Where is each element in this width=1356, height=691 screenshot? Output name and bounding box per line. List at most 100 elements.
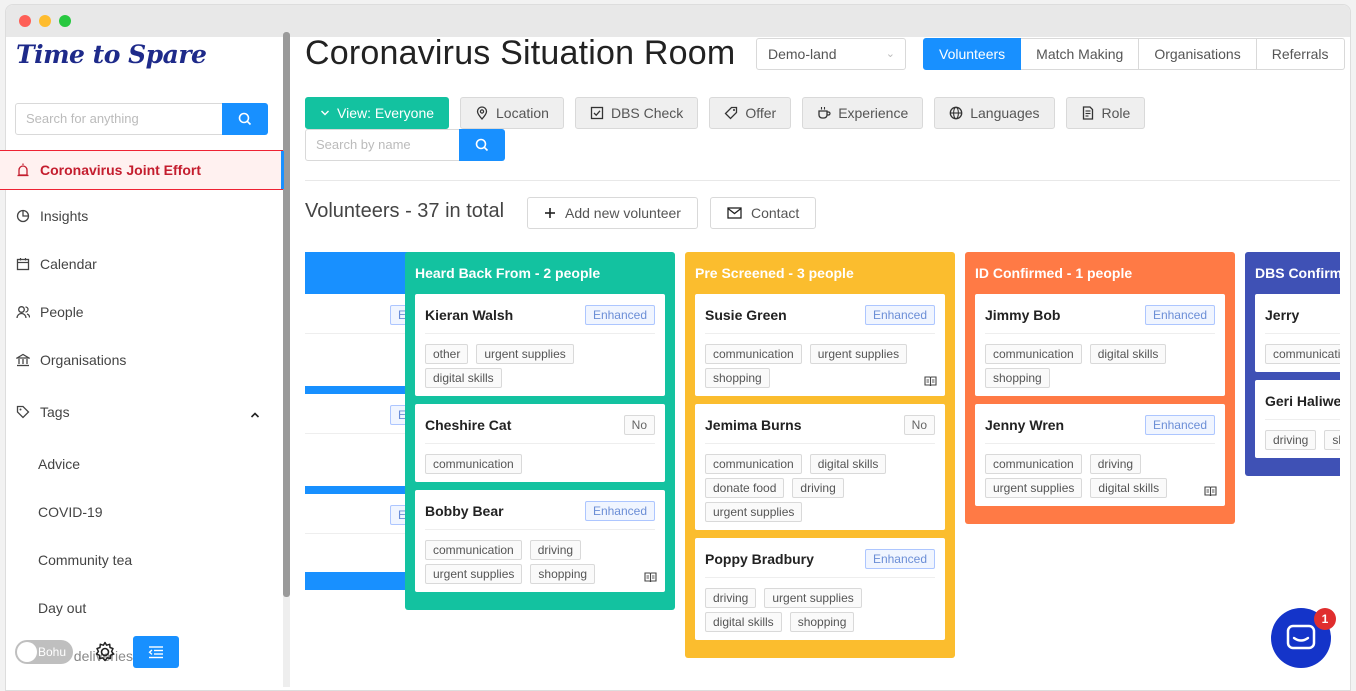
region-select[interactable]: Demo-land ⌄ [756,38,906,70]
title-bar [6,5,1350,37]
sidebar-item-calendar[interactable]: Calendar [0,244,283,284]
card-header: Jimmy Bob Enhanced [985,304,1215,334]
menu-fold-icon [148,646,163,659]
tab-volunteers[interactable]: Volunteers [923,38,1022,70]
card-header: Jenny Wren Enhanced [985,414,1215,444]
global-search-button[interactable] [222,103,268,135]
sidebar-item-organisations[interactable]: Organisations [0,340,283,380]
chat-unread-badge: 1 [1314,608,1336,630]
skill-tags: communication digital skills donate food dr… [705,444,935,522]
skill-tag: communication [1265,344,1340,364]
add-volunteer-label: Add new volunteer [565,205,681,221]
minimize-window-button[interactable] [39,15,51,27]
volunteer-name[interactable]: Geri Haliwell [1265,393,1340,409]
filter-label: Languages [970,105,1040,121]
column-title: DBS Confirmed [1255,265,1340,281]
dbs-check-filter-button[interactable]: DBS Check [574,97,699,129]
checkbox-icon [590,106,604,120]
tag-community-tea[interactable]: Community tea [38,552,132,568]
languages-filter-button[interactable]: Languages [934,97,1055,129]
volunteer-name[interactable]: Jemima Burns [705,417,801,433]
volunteer-card[interactable]: Jenny Wren Enhanced communication driving ur… [975,404,1225,506]
skill-tag: driving [529,540,582,560]
search-icon [238,112,252,126]
tag-day-out[interactable]: Day out [38,600,86,616]
skill-tag: digital skills [1090,478,1168,498]
volunteer-name[interactable]: Bobby Bear [425,503,504,519]
sidebar-item-label: Organisations [40,352,127,368]
card-header: Susie Green Enhanced [705,304,935,334]
alarm-icon [15,162,31,178]
dbs-status-badge: Enhanced [1144,414,1215,435]
skill-tags: communication [425,444,655,474]
volunteer-card[interactable]: Cheshire Cat No communication [415,404,665,482]
card-header: Geri Haliwell [1265,390,1340,420]
volunteer-card[interactable]: Susie Green Enhanced communication urgent s… [695,294,945,396]
volunteer-card[interactable]: Geri Haliwell driving shopping [1255,380,1340,458]
volunteer-name[interactable]: Jerry [1265,307,1299,323]
skill-tags: communication [1265,334,1340,364]
sidebar-item-tags[interactable]: Tags [0,392,283,432]
volunteer-name[interactable]: Poppy Bradbury [705,551,814,567]
volunteer-name[interactable]: Jenny Wren [985,417,1064,433]
name-search-button[interactable] [459,129,505,161]
contact-button[interactable]: Contact [710,197,817,229]
add-volunteer-button[interactable]: Add new volunteer [527,197,698,229]
volunteer-card[interactable]: Jimmy Bob Enhanced communication digital sk… [975,294,1225,396]
chevron-up-icon[interactable] [250,410,260,420]
sidebar-item-label: Tags [40,404,70,420]
skill-tag: driving [705,588,757,608]
card-header: Poppy Bradbury Enhanced [705,548,935,578]
skill-tag: shopping [789,612,855,632]
volunteer-board: EnhancedEnhancedEnhancedppliesHeard Back… [305,252,1340,687]
sidebar-scrollbar-thumb[interactable] [283,32,290,597]
maximize-window-button[interactable] [59,15,71,27]
gear-icon[interactable] [93,640,117,664]
view-filter-button[interactable]: View: Everyone [305,97,450,129]
skill-tag: digital skills [1089,344,1167,364]
volunteer-card[interactable]: Jerry communication [1255,294,1340,372]
card-header: Jemima Burns No [705,414,935,444]
book-icon[interactable] [924,376,937,387]
volunteer-card[interactable]: Poppy Bradbury Enhanced driving urgent supp… [695,538,945,640]
location-filter-button[interactable]: Location [460,97,564,129]
sidebar-item-people[interactable]: People [0,292,283,332]
sidebar-item-coronavirus-joint-effort[interactable]: Coronavirus Joint Effort [0,150,284,190]
close-window-button[interactable] [19,15,31,27]
skill-tag: shopping [1324,430,1340,450]
sidebar-item-insights[interactable]: Insights [0,196,283,236]
tab-match-making[interactable]: Match Making [1021,38,1140,70]
book-icon[interactable] [644,572,657,583]
skill-tag: digital skills [705,612,782,632]
volunteer-name[interactable]: Cheshire Cat [425,417,511,433]
toggle-label: Bohu [38,645,67,659]
experience-filter-button[interactable]: Experience [802,97,924,129]
skill-tag: urgent supplies [476,344,574,364]
global-search-input[interactable]: Search for anything [15,103,223,135]
skill-tag: communication [425,454,522,474]
card-header: Jerry [1265,304,1340,334]
collapse-sidebar-button[interactable] [133,636,179,668]
tag-covid-19[interactable]: COVID-19 [38,504,103,520]
people-icon [15,304,31,320]
tag-advice[interactable]: Advice [38,456,80,472]
volunteer-name[interactable]: Susie Green [705,307,787,323]
role-filter-button[interactable]: Role [1065,97,1146,129]
name-search-input[interactable]: Search by name [305,129,460,161]
volunteer-card[interactable]: Kieran Walsh Enhanced other urgent supplies… [415,294,665,396]
volunteer-card[interactable]: Jemima Burns No communication digital skill… [695,404,945,530]
main-tabs: Volunteers Match Making Organisations Re… [923,38,1345,70]
volunteer-name[interactable]: Kieran Walsh [425,307,513,323]
offer-filter-button[interactable]: Offer [709,97,792,129]
skill-tag: communication [985,454,1082,474]
app-logo[interactable]: Time to Spare [16,40,207,69]
volunteer-name[interactable]: Jimmy Bob [985,307,1060,323]
tab-organisations[interactable]: Organisations [1139,38,1257,70]
filter-label: DBS Check [610,105,684,121]
volunteer-card[interactable]: Bobby Bear Enhanced communication driving ur… [415,490,665,592]
book-icon[interactable] [1204,486,1217,497]
skill-tag: urgent supplies [985,478,1083,498]
tag-icon [724,106,738,120]
tab-referrals[interactable]: Referrals [1256,38,1345,70]
page-title: Coronavirus Situation Room [305,34,736,72]
